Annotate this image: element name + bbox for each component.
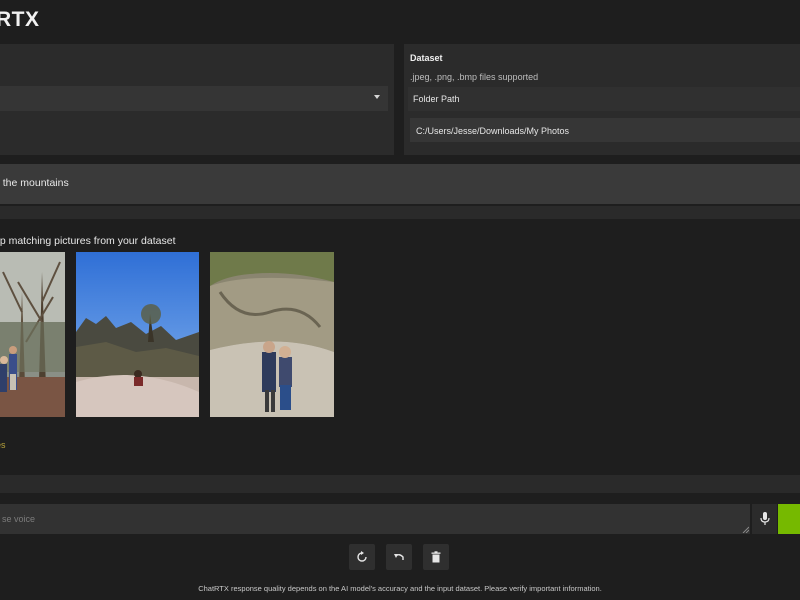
undo-icon <box>394 554 404 560</box>
microphone-button[interactable] <box>752 504 777 534</box>
caret-down-icon <box>374 95 380 99</box>
pinnacles-photo-image <box>76 252 199 417</box>
app-title: RTX <box>0 8 40 31</box>
rock-wall-photo-image <box>210 252 334 417</box>
model-select[interactable] <box>0 86 388 111</box>
message-divider <box>0 206 800 219</box>
send-button[interactable] <box>778 504 800 534</box>
result-photo-2[interactable] <box>76 252 199 417</box>
resize-grip-icon[interactable] <box>742 526 749 533</box>
bottom-divider <box>0 475 800 493</box>
folder-path-label: Folder Path <box>413 94 460 104</box>
dataset-subtitle: .jpeg, .png, .bmp files supported <box>410 72 539 82</box>
dataset-source-select[interactable] <box>408 87 800 111</box>
undo-button[interactable] <box>386 544 412 570</box>
trash-icon <box>431 551 441 563</box>
disclaimer-note: ChatRTX response quality depends on the … <box>198 584 602 593</box>
microphone-icon <box>759 512 770 525</box>
forest-photo-image <box>0 252 65 417</box>
more-results-link[interactable]: es <box>0 440 6 450</box>
dataset-title: Dataset <box>410 53 443 63</box>
refresh-icon <box>357 551 367 562</box>
user-message-text: n the mountains <box>0 177 69 189</box>
chat-input[interactable] <box>0 504 750 534</box>
results-heading: op matching pictures from your dataset <box>0 235 176 247</box>
chatrtx-app: RTX Dataset .jpeg, .png, .bmp files supp… <box>0 0 800 600</box>
result-photo-3[interactable] <box>210 252 334 417</box>
result-photo-1[interactable] <box>0 252 65 417</box>
clear-chat-button[interactable] <box>423 544 449 570</box>
user-message <box>0 164 800 204</box>
regenerate-button[interactable] <box>349 544 375 570</box>
folder-path-value: C:/Users/Jesse/Downloads/My Photos <box>416 126 570 136</box>
